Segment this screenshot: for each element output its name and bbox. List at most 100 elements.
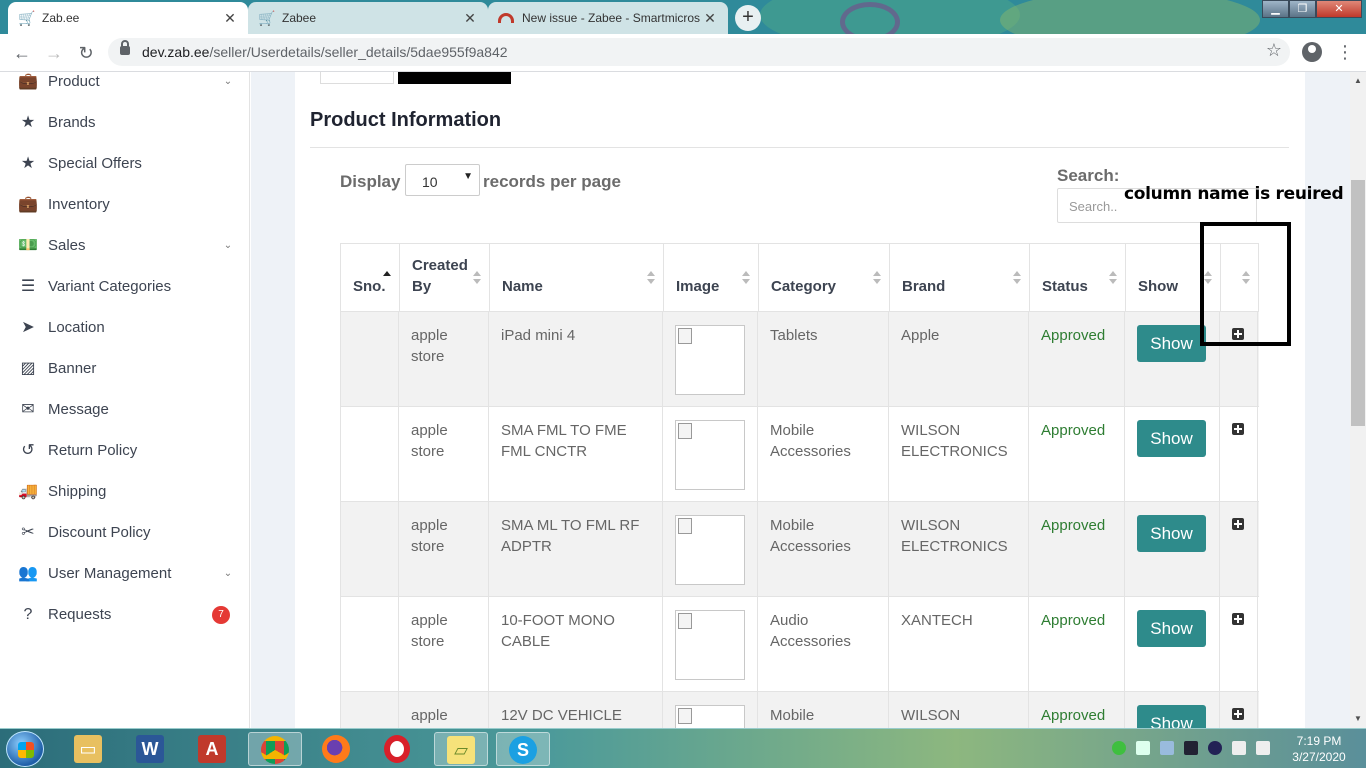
browser-tab-new-issue[interactable]: New issue - Zabee - Smartmicros ✕ [488, 2, 728, 34]
new-tab-button[interactable]: + [735, 5, 761, 31]
close-tab-icon[interactable]: ✕ [222, 10, 238, 27]
page-scrollbar[interactable]: ▲ ▼ [1350, 72, 1366, 728]
sidebar-item-return-policy[interactable]: ↺ Return Policy [0, 430, 249, 471]
partial-input-field[interactable] [320, 72, 394, 84]
network-icon[interactable] [1160, 741, 1174, 755]
signal-icon[interactable] [1136, 741, 1150, 755]
profile-avatar-icon[interactable] [1302, 42, 1322, 62]
sidebar-item-sales[interactable]: 💵 Sales ⌄ [0, 225, 249, 266]
sidebar-item-location[interactable]: ➤ Location [0, 307, 249, 348]
column-header-image[interactable]: Image [664, 244, 759, 311]
show-button[interactable]: Show [1137, 420, 1206, 457]
broken-image-icon[interactable] [675, 420, 745, 490]
show-button[interactable]: Show [1137, 705, 1206, 728]
column-header-status[interactable]: Status [1030, 244, 1126, 311]
browser-tab-zabee-seller[interactable]: 🛒 Zab.ee ✕ [8, 2, 248, 34]
broken-image-icon[interactable] [675, 610, 745, 680]
caret-down-icon: ▼ [463, 171, 473, 182]
sidebar-item-banner[interactable]: ▨ Banner [0, 348, 249, 389]
close-window-button[interactable]: ✕ [1316, 0, 1362, 18]
close-tab-icon[interactable]: ✕ [702, 10, 718, 27]
sidebar-item-shipping[interactable]: 🚚 Shipping [0, 471, 249, 512]
show-button[interactable]: Show [1137, 325, 1206, 362]
sidebar-item-special-offers[interactable]: ★ Special Offers [0, 143, 249, 184]
sidebar-item-label: Sales [48, 237, 86, 254]
forward-arrow-icon[interactable]: → [42, 42, 66, 64]
firefox-icon[interactable] [310, 732, 364, 766]
annotation-note: column name is reuired [1124, 184, 1344, 204]
broken-image-icon[interactable] [675, 325, 745, 395]
cell-category: Audio Accessories [758, 597, 889, 691]
cell-text: apple store [411, 422, 448, 460]
url-text[interactable]: dev.zab.ee/seller/Userdetails/seller_det… [142, 44, 508, 60]
sidebar-item-inventory[interactable]: 💼 Inventory [0, 184, 249, 225]
bars-icon: ☰ [20, 277, 36, 295]
records-per-page-select[interactable]: 10 ▼ [405, 164, 480, 196]
cell-expand [1220, 502, 1258, 596]
opera-icon[interactable] [372, 732, 426, 766]
security-shield-icon[interactable] [1112, 741, 1126, 755]
lock-icon[interactable] [120, 40, 130, 55]
address-bar[interactable]: dev.zab.ee/seller/Userdetails/seller_det… [108, 38, 1290, 66]
column-header-brand[interactable]: Brand [890, 244, 1030, 311]
sidebar-item-requests[interactable]: ? Requests 7 [0, 594, 249, 635]
plus-square-icon[interactable] [1232, 708, 1244, 720]
column-header-created-by[interactable]: Created By [400, 244, 490, 311]
plus-square-icon[interactable] [1232, 423, 1244, 435]
show-button[interactable]: Show [1137, 515, 1206, 552]
file-explorer-icon[interactable]: ▭ [62, 732, 116, 766]
sticky-notes-icon[interactable]: ▱ [434, 732, 488, 766]
back-arrow-icon[interactable]: ← [10, 42, 34, 64]
cell-expand [1220, 597, 1258, 691]
column-header-category[interactable]: Category [759, 244, 890, 311]
bluetooth-icon[interactable] [1208, 741, 1222, 755]
reload-icon[interactable]: ↻ [74, 42, 98, 64]
sidebar-item-user-management[interactable]: 👥 User Management ⌄ [0, 553, 249, 594]
volume-icon[interactable] [1256, 741, 1270, 755]
sidebar-item-brands[interactable]: ★ Brands [0, 102, 249, 143]
sidebar-item-message[interactable]: ✉ Message [0, 389, 249, 430]
bookmark-star-icon[interactable]: ☆ [1266, 40, 1282, 61]
section-title: Product Information [310, 109, 502, 131]
cell-sno [341, 597, 399, 691]
scroll-up-arrow-icon[interactable]: ▲ [1354, 76, 1362, 85]
cell-text: XANTECH [901, 612, 973, 629]
browser-tab-zabee[interactable]: 🛒 Zabee ✕ [248, 2, 488, 34]
plus-square-icon[interactable] [1232, 613, 1244, 625]
cell-sno [341, 312, 399, 406]
column-header-name[interactable]: Name [490, 244, 664, 311]
cell-text: 12V DC VEHICLE PWR [501, 707, 622, 724]
status-text: Approved [1041, 707, 1106, 724]
sidebar-item-discount-policy[interactable]: ✂ Discount Policy [0, 512, 249, 553]
chrome-icon[interactable] [248, 732, 302, 766]
minimize-window-button[interactable]: ▁ [1262, 0, 1289, 18]
cell-text: apple [411, 707, 448, 724]
sidebar-item-variant-categories[interactable]: ☰ Variant Categories [0, 266, 249, 307]
skype-icon[interactable]: S [496, 732, 550, 766]
power-icon[interactable] [1232, 741, 1246, 755]
close-tab-icon[interactable]: ✕ [462, 10, 478, 27]
status-text: Approved [1041, 327, 1106, 344]
broken-image-icon[interactable] [675, 515, 745, 585]
column-header-sno[interactable]: Sno. [341, 244, 400, 311]
plus-square-icon[interactable] [1232, 518, 1244, 530]
search-label: Search: [1057, 166, 1120, 185]
cell-created-by: apple store [399, 597, 489, 691]
show-button[interactable]: Show [1137, 610, 1206, 647]
kebab-menu-icon[interactable]: ⋮ [1336, 42, 1354, 62]
broken-image-icon[interactable] [675, 705, 745, 728]
sidebar-item-product[interactable]: 💼 Product ⌄ [0, 72, 249, 102]
windows-start-button[interactable] [6, 731, 44, 767]
taskbar-clock[interactable]: 7:19 PM 3/27/2020 [1284, 733, 1354, 765]
sort-ascending-icon [383, 271, 391, 277]
cell-brand: WILSON [889, 692, 1029, 728]
partial-black-button[interactable] [398, 72, 511, 84]
word-icon[interactable]: W [124, 732, 178, 766]
table-row: apple store SMA ML TO FML RF ADPTR Mobil… [340, 502, 1259, 597]
scroll-down-arrow-icon[interactable]: ▼ [1354, 714, 1362, 723]
scrollbar-thumb[interactable] [1351, 180, 1365, 426]
acrobat-icon[interactable]: A [186, 732, 240, 766]
maximize-window-button[interactable]: ❐ [1289, 0, 1316, 18]
cell-sno [341, 502, 399, 596]
monitor-icon[interactable] [1184, 741, 1198, 755]
